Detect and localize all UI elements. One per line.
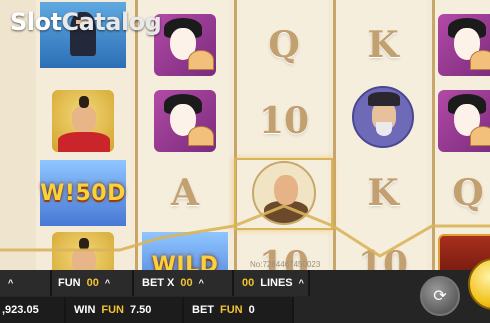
caret-up-icon: ^ <box>298 278 304 288</box>
symbol-card-q: Q <box>241 12 327 78</box>
fun-value: 00 <box>86 277 99 289</box>
reel-4: K K 10 <box>333 0 427 286</box>
reel-5: Q <box>432 0 490 284</box>
bet-multiplier-control[interactable]: BET X 00 ^ <box>134 270 234 296</box>
geisha-icon <box>154 90 216 152</box>
bet-x-value: 00 <box>180 277 193 289</box>
win-display: WIN FUN 7.50 <box>66 297 184 323</box>
reel-2: A WILD <box>135 0 229 298</box>
symbol-card-a: A <box>142 160 228 226</box>
symbol-card-q: Q <box>438 160 490 226</box>
lines-control[interactable]: 00 LINES ^ <box>234 270 310 296</box>
card-symbol: A <box>171 172 199 214</box>
winning-symbol-frame <box>234 158 333 230</box>
card-symbol: 10 <box>258 100 310 142</box>
symbol-monk <box>340 84 426 150</box>
bet-x-label: BET X <box>142 277 175 289</box>
control-bar: ^ FUN 00 ^ BET X 00 ^ 00 LINES ^ ,923.05 <box>0 270 490 323</box>
geisha-icon <box>438 90 490 152</box>
card-symbol: K <box>367 172 399 214</box>
card-symbol: K <box>367 24 399 66</box>
win-currency: FUN <box>101 304 124 316</box>
samurai-icon <box>52 90 114 152</box>
win-value: 7.50 <box>130 304 152 316</box>
symbol-card-k: K <box>340 12 426 78</box>
card-symbol: Q <box>452 172 484 214</box>
card-symbol: Q <box>268 24 300 66</box>
symbol-geisha <box>438 12 490 78</box>
slot-game: W!50D A WILD Q 10 10 K K 10 Q SlotCatalo… <box>0 0 490 323</box>
symbol-geisha <box>142 88 228 154</box>
lines-label: LINES <box>260 277 293 289</box>
autoplay-button[interactable]: ⟳ <box>420 276 460 316</box>
reel-grid: W!50D A WILD Q 10 10 K K 10 Q <box>0 0 490 298</box>
geisha-icon <box>438 14 490 76</box>
bet-display: BET FUN 0 <box>184 297 294 323</box>
symbol-card-k: K <box>340 160 426 226</box>
game-round-id: No:7284467450023 <box>250 260 321 269</box>
autoplay-icon: ⟳ <box>433 288 447 305</box>
win-label: WIN <box>74 304 96 316</box>
bet-value: 0 <box>248 304 255 316</box>
lines-value: 00 <box>242 277 255 289</box>
monk-icon <box>352 86 414 148</box>
caret-up-icon: ^ <box>104 278 111 288</box>
site-logo: SlotCatalog <box>10 8 162 36</box>
bet-currency: FUN <box>220 304 243 316</box>
caret-up-icon: ^ <box>8 278 14 288</box>
bar-controls-row: ^ FUN 00 ^ BET X 00 ^ 00 LINES ^ <box>0 270 420 296</box>
balance-display: ,923.05 <box>0 297 66 323</box>
reel-edge-strip <box>0 0 36 270</box>
bet-decrease-control[interactable]: ^ <box>0 270 52 296</box>
bet-label: BET <box>192 304 214 316</box>
symbol-geisha <box>438 88 490 154</box>
coin-value-control[interactable]: FUN 00 ^ <box>52 270 134 296</box>
fun-label: FUN <box>58 277 81 289</box>
reel-1: W!50D <box>36 0 130 294</box>
logo-part-2: Catalog <box>61 8 162 36</box>
wild-symbol-text: W!50D <box>40 180 126 206</box>
symbol-wild: W!50D <box>40 160 126 226</box>
caret-up-icon: ^ <box>198 278 204 288</box>
logo-part-1: Slot <box>10 8 62 36</box>
symbol-samurai <box>40 88 126 154</box>
bar-info-row: ,923.05 WIN FUN 7.50 BET FUN 0 <box>0 297 420 323</box>
symbol-card-10: 10 <box>241 88 327 154</box>
geisha-icon <box>154 14 216 76</box>
balance-value: ,923.05 <box>2 304 39 316</box>
